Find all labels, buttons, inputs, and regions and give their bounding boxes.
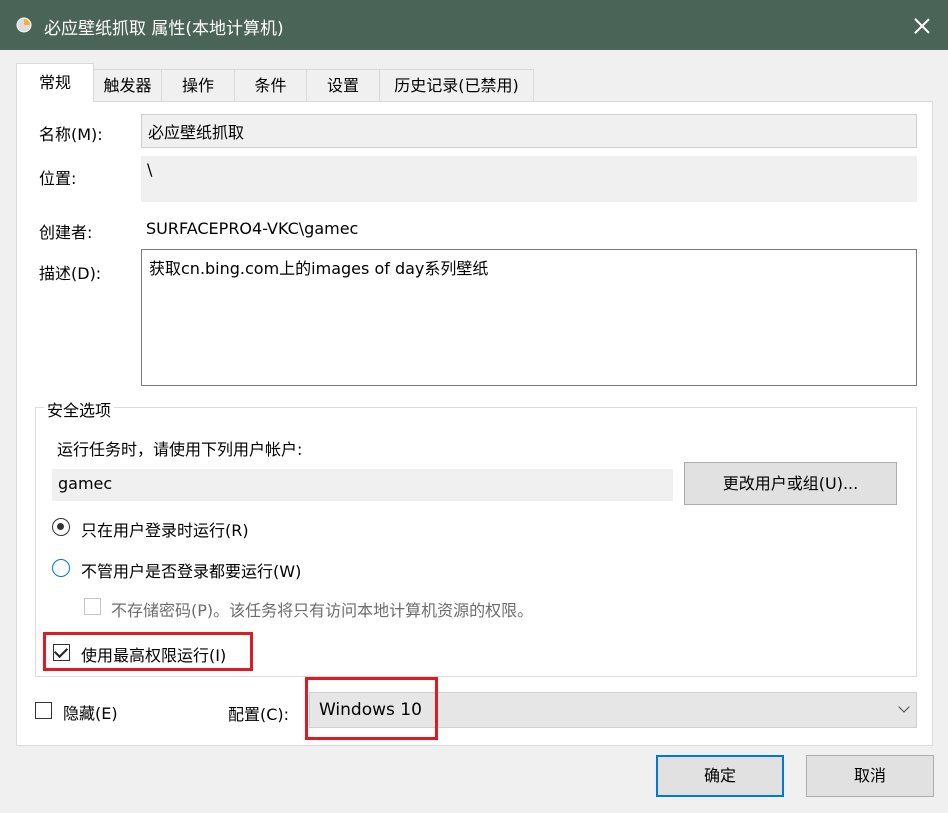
author-label: 创建者:: [39, 223, 93, 242]
security-group-title: 安全选项: [44, 397, 115, 421]
tab-settings[interactable]: 设置: [306, 69, 380, 101]
close-button[interactable]: [904, 8, 940, 44]
chevron-down-icon: [898, 701, 910, 713]
tab-triggers[interactable]: 触发器: [93, 69, 162, 101]
run-only-logged-on-radio[interactable]: [52, 518, 70, 536]
window-title: 必应壁纸抓取 属性(本地计算机): [44, 19, 284, 39]
cancel-button[interactable]: 取消: [806, 755, 934, 797]
configure-label: 配置(C):: [228, 705, 290, 724]
configure-highlight-box: [305, 677, 438, 740]
hidden-label[interactable]: 隐藏(E): [63, 700, 118, 724]
location-value: \: [141, 156, 917, 202]
run-only-logged-on-label[interactable]: 只在用户登录时运行(R): [81, 517, 249, 541]
description-label: 描述(D):: [39, 264, 102, 283]
title-bar: 必应壁纸抓取 属性(本地计算机): [0, 0, 948, 50]
description-textarea[interactable]: 获取cn.bing.com上的images of day系列壁纸: [141, 249, 917, 386]
name-field[interactable]: 必应壁纸抓取: [141, 114, 917, 148]
task-scheduler-clock-icon: [16, 17, 32, 33]
highest-privileges-checkbox[interactable]: [53, 643, 70, 661]
tab-actions[interactable]: 操作: [161, 69, 235, 101]
run-whether-logged-on-label[interactable]: 不管用户是否登录都要运行(W): [81, 558, 301, 582]
tab-history[interactable]: 历史记录(已禁用): [379, 69, 534, 101]
do-not-store-password-label: 不存储密码(P)。该任务将只有访问本地计算机资源的权限。: [111, 601, 534, 620]
do-not-store-password-checkbox: [84, 598, 101, 615]
checkmark-icon: [53, 643, 69, 659]
location-label: 位置:: [39, 169, 77, 188]
author-value: SURFACEPRO4-VKC\gamec: [146, 219, 359, 238]
hidden-checkbox[interactable]: [35, 702, 52, 719]
highest-privileges-label[interactable]: 使用最高权限运行(I): [81, 642, 226, 666]
change-user-button[interactable]: 更改用户或组(U)...: [684, 462, 897, 505]
user-account-field: gamec: [52, 469, 673, 501]
run-whether-logged-on-radio[interactable]: [52, 559, 70, 577]
name-label: 名称(M):: [39, 125, 103, 144]
tab-conditions[interactable]: 条件: [234, 69, 307, 101]
ok-button[interactable]: 确定: [656, 755, 784, 797]
tab-general[interactable]: 常规: [16, 63, 94, 102]
run-as-prompt: 运行任务时，请使用下列用户帐户:: [57, 440, 303, 459]
